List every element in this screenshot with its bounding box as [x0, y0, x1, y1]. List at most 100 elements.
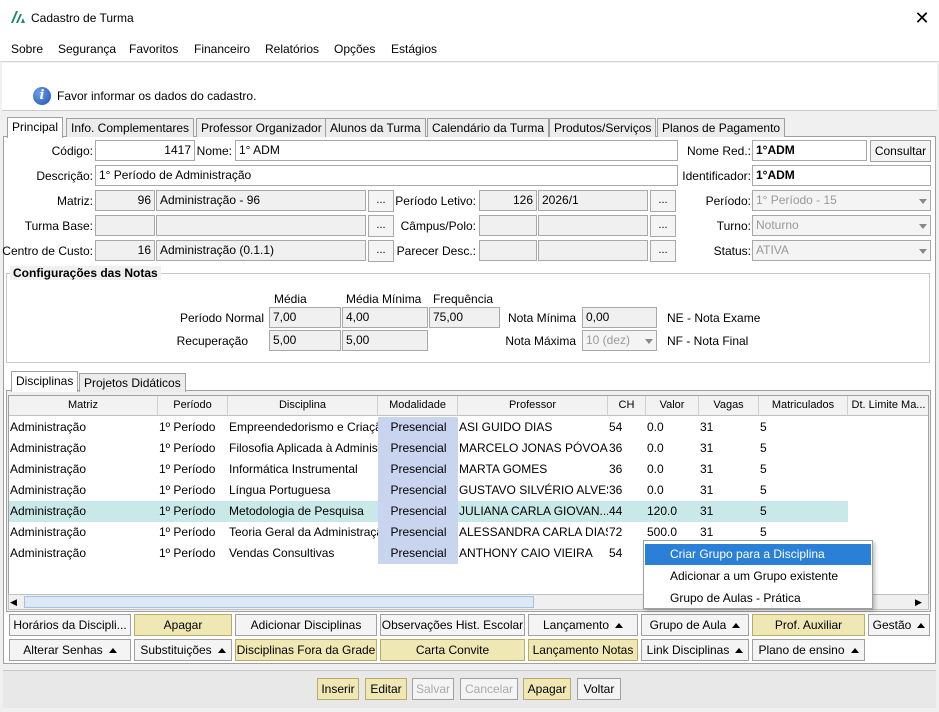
cell-valor[interactable]: 0.0	[646, 417, 699, 438]
cell-vagas[interactable]: 31	[699, 417, 759, 438]
cell-vagas[interactable]: 31	[699, 480, 759, 501]
cell-modalidade[interactable]: Presencial	[378, 438, 458, 459]
turno-select[interactable]: Noturno	[752, 215, 931, 236]
tab-alunos-turma[interactable]: Alunos da Turma	[325, 118, 426, 137]
cell-periodo[interactable]: 1º Período	[158, 543, 228, 564]
parecer-code-field[interactable]	[479, 240, 537, 261]
observacoes-hist-button[interactable]: Observações Hist. Escolar	[380, 614, 525, 636]
close-icon[interactable]: ✕	[910, 6, 934, 30]
nome-red-field[interactable]: 1°ADM	[752, 140, 867, 161]
col-header-periodo[interactable]: Período	[158, 396, 228, 416]
disciplinas-fora-grade-button[interactable]: Disciplinas Fora da Grade	[235, 639, 377, 661]
tab-planos-pagamento[interactable]: Planos de Pagamento	[657, 118, 786, 137]
col-header-vagas[interactable]: Vagas	[699, 396, 759, 416]
editar-button[interactable]: Editar	[365, 678, 407, 700]
cell-ch[interactable]: 36	[608, 438, 646, 459]
cell-valor[interactable]: 0.0	[646, 438, 699, 459]
matriz-code-field[interactable]: 96	[95, 190, 155, 211]
col-header-matriculados[interactable]: Matriculados	[759, 396, 848, 416]
tab-produtos-servicos[interactable]: Produtos/Serviços	[549, 118, 657, 137]
cell-disciplina[interactable]: Metodologia de Pesquisa	[228, 501, 378, 522]
cell-ch[interactable]: 72	[608, 522, 646, 543]
cell-matriz[interactable]: Administração	[9, 522, 158, 543]
menu-estagios[interactable]: Estágios	[391, 42, 437, 56]
tab-professor-organizador[interactable]: Professor Organizador	[196, 118, 327, 137]
cell-dt-limite[interactable]	[848, 438, 928, 459]
cell-periodo[interactable]: 1º Período	[158, 522, 228, 543]
cell-matriz[interactable]: Administração	[9, 501, 158, 522]
rec-media-field[interactable]: 5,00	[269, 330, 341, 351]
plano-ensino-button[interactable]: Plano de ensino	[752, 639, 865, 661]
turma-base-code-field[interactable]	[95, 215, 155, 236]
grupo-aula-button[interactable]: Grupo de Aula	[641, 614, 749, 636]
cell-matriz[interactable]: Administração	[9, 543, 158, 564]
cell-matriz[interactable]: Administração	[9, 417, 158, 438]
col-header-matriz[interactable]: Matriz	[9, 396, 158, 416]
ctx-criar-grupo[interactable]: Criar Grupo para a Disciplina	[645, 544, 871, 565]
salvar-button[interactable]: Salvar	[412, 678, 454, 700]
menu-favoritos[interactable]: Favoritos	[129, 42, 178, 56]
cell-matriculados[interactable]: 5	[759, 438, 848, 459]
cell-professor[interactable]: ALESSANDRA CARLA DIAS	[458, 522, 608, 543]
alterar-senhas-button[interactable]: Alterar Senhas	[9, 639, 131, 661]
cell-ch[interactable]: 36	[608, 459, 646, 480]
parecer-lookup-button[interactable]: ...	[650, 240, 676, 262]
cell-periodo[interactable]: 1º Período	[158, 459, 228, 480]
cell-disciplina[interactable]: Informática Instrumental	[228, 459, 378, 480]
adicionar-disciplinas-button[interactable]: Adicionar Disciplinas	[235, 614, 377, 636]
apagar-disciplina-button[interactable]: Apagar	[134, 614, 232, 636]
cell-ch[interactable]: 44	[608, 501, 646, 522]
cell-vagas[interactable]: 31	[699, 459, 759, 480]
cell-modalidade[interactable]: Presencial	[378, 480, 458, 501]
cell-ch[interactable]: 36	[608, 480, 646, 501]
menu-relatorios[interactable]: Relatórios	[265, 42, 319, 56]
cell-matriz[interactable]: Administração	[9, 459, 158, 480]
cell-dt-limite[interactable]	[848, 417, 928, 438]
cell-valor[interactable]: 0.0	[646, 459, 699, 480]
consultar-button[interactable]: Consultar	[870, 140, 931, 162]
cell-professor[interactable]: ASI GUIDO DIAS	[458, 417, 608, 438]
tab-calendario-turma[interactable]: Calendário da Turma	[427, 118, 550, 137]
menu-sobre[interactable]: Sobre	[11, 42, 43, 56]
nome-field[interactable]: 1° ADM	[235, 140, 678, 161]
cell-matriz[interactable]: Administração	[9, 480, 158, 501]
tab-principal[interactable]: Principal	[7, 117, 64, 138]
voltar-button[interactable]: Voltar	[577, 678, 621, 700]
cell-periodo[interactable]: 1º Período	[158, 501, 228, 522]
col-header-modalidade[interactable]: Modalidade	[378, 396, 458, 416]
cell-vagas[interactable]: 31	[699, 438, 759, 459]
scroll-right-icon[interactable]: ▶	[915, 597, 922, 608]
scrollbar-thumb[interactable]	[24, 596, 534, 608]
menu-seguranca[interactable]: Segurança	[58, 42, 116, 56]
ctx-adicionar-grupo[interactable]: Adicionar a um Grupo existente	[645, 566, 871, 587]
horarios-disciplina-button[interactable]: Horários da Discipli...	[9, 614, 131, 636]
cell-modalidade[interactable]: Presencial	[378, 522, 458, 543]
cell-matriculados[interactable]: 5	[759, 501, 848, 522]
col-header-valor[interactable]: Valor	[646, 396, 699, 416]
centro-custo-code-field[interactable]: 16	[95, 240, 155, 261]
cell-disciplina[interactable]: Vendas Consultivas	[228, 543, 378, 564]
cell-professor[interactable]: ANTHONY CAIO VIEIRA	[458, 543, 608, 564]
rec-media-min-field[interactable]: 5,00	[342, 330, 428, 351]
cell-matriculados[interactable]: 5	[759, 480, 848, 501]
cell-modalidade[interactable]: Presencial	[378, 501, 458, 522]
col-header-dt-limite[interactable]: Dt. Limite Ma...	[848, 396, 928, 416]
lancamento-notas-button[interactable]: Lançamento Notas	[528, 639, 638, 661]
cell-dt-limite[interactable]	[848, 501, 928, 522]
cell-matriz[interactable]: Administração	[9, 438, 158, 459]
cell-valor[interactable]: 120.0	[646, 501, 699, 522]
inserir-button[interactable]: Inserir	[317, 678, 359, 700]
cell-ch[interactable]: 54	[608, 543, 646, 564]
prof-auxiliar-button[interactable]: Prof. Auxiliar	[752, 614, 865, 636]
pn-media-field[interactable]: 7,00	[269, 307, 341, 328]
cell-matriculados[interactable]: 5	[759, 417, 848, 438]
substituicoes-button[interactable]: Substituições	[134, 639, 232, 661]
cell-professor[interactable]: MARCELO JONAS PÓVOAS	[458, 438, 608, 459]
menu-opcoes[interactable]: Opções	[334, 42, 375, 56]
tab-disciplinas[interactable]: Disciplinas	[11, 371, 79, 392]
col-header-disciplina[interactable]: Disciplina	[228, 396, 378, 416]
col-header-ch[interactable]: CH	[608, 396, 646, 416]
cell-professor[interactable]: GUSTAVO SILVÉRIO ALVES	[458, 480, 608, 501]
cell-vagas[interactable]: 31	[699, 501, 759, 522]
tab-projetos-didaticos[interactable]: Projetos Didáticos	[79, 373, 186, 392]
